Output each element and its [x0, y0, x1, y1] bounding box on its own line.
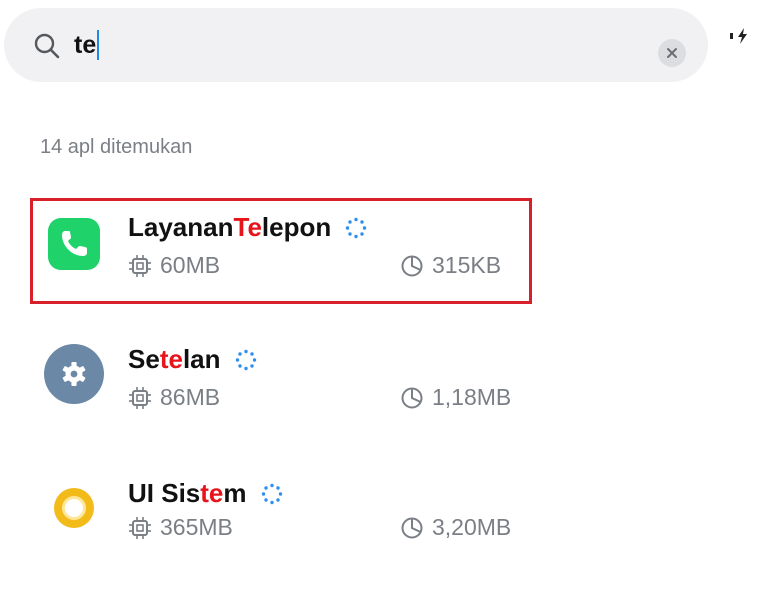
clear-search-button[interactable]: [658, 39, 686, 67]
gear-icon: [44, 344, 104, 404]
chip-icon: [129, 516, 151, 539]
memory-value: 86MB: [160, 384, 221, 410]
memory-usage: 365MB: [128, 514, 233, 541]
app-name-text: m: [223, 478, 247, 508]
app-item-ui-sistem[interactable]: UI Sis te m 365MB 3,20MB: [0, 468, 768, 578]
search-input[interactable]: te: [74, 28, 100, 62]
storage-usage: 1,18MB: [400, 384, 511, 411]
loading-spinner-icon: [261, 483, 282, 504]
system-ui-icon: [54, 488, 94, 528]
app-name-text: Se: [128, 344, 160, 374]
charging-icon: [730, 28, 747, 44]
app-name: UI Sis te m: [128, 478, 283, 509]
search-query: te: [74, 30, 97, 59]
app-name-text: lan: [182, 344, 221, 374]
loading-spinner-icon: [235, 349, 256, 370]
pie-chart-icon: [401, 517, 423, 538]
app-name: Se te lan: [128, 344, 257, 375]
result-count: 14 apl ditemukan: [40, 136, 193, 158]
highlight-annotation-box: [30, 198, 532, 304]
search-match-highlight: te: [200, 478, 224, 508]
storage-usage: 3,20MB: [400, 514, 511, 541]
storage-value: 3,20MB: [432, 514, 512, 540]
memory-value: 365MB: [160, 514, 233, 540]
app-name-text: UI Sis: [128, 478, 201, 508]
app-item-setelan[interactable]: Se te lan 86MB 1,18MB: [0, 334, 768, 444]
storage-value: 1,18MB: [432, 384, 512, 410]
pie-chart-icon: [401, 387, 423, 408]
chip-icon: [129, 386, 151, 409]
memory-usage: 86MB: [128, 384, 220, 411]
search-bar[interactable]: te: [4, 8, 708, 82]
search-match-highlight: te: [159, 344, 183, 374]
close-icon: [667, 48, 677, 58]
search-icon: [34, 33, 60, 59]
text-caret: [97, 30, 100, 60]
